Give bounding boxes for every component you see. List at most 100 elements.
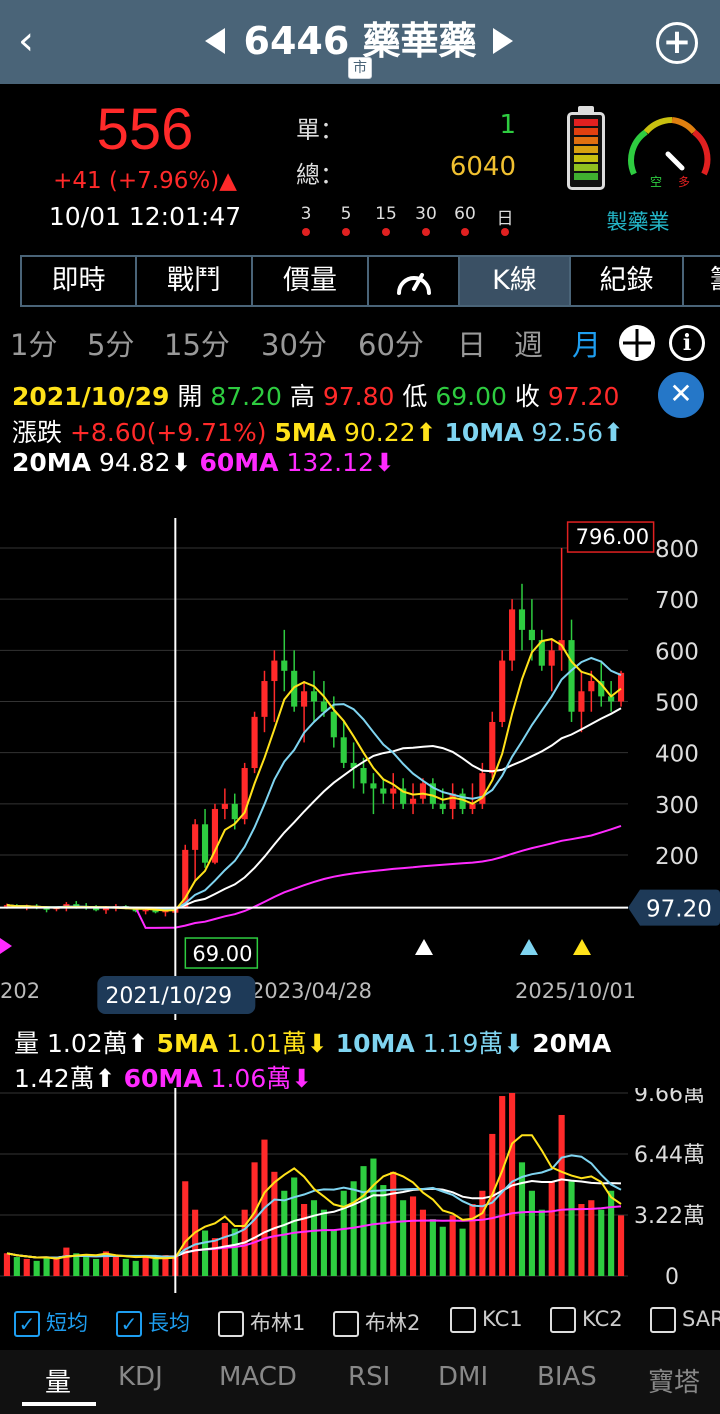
interval-indicator-dot <box>382 228 390 236</box>
interval-label: 60 <box>454 204 476 224</box>
tab-records[interactable]: 紀錄 <box>571 257 684 305</box>
next-stock-icon[interactable] <box>493 28 513 54</box>
signal-marker <box>573 939 591 955</box>
overlay-short-ma-checkbox[interactable]: ✓ 短均 <box>14 1307 88 1337</box>
period-15min[interactable]: 15分 <box>164 322 230 364</box>
tab-kline[interactable]: K線 <box>460 257 571 305</box>
candle-body <box>489 721 496 774</box>
overlay-kc2-checkbox[interactable]: KC2 <box>550 1307 623 1337</box>
close-label: 收 <box>514 382 540 411</box>
price-chart[interactable]: 800 700 600 500 400 300 200 97.20 796.00 69.00 20… <box>0 500 720 1020</box>
high-label: 高 <box>289 382 315 411</box>
signal-marker <box>520 939 538 955</box>
interval-indicator-dot <box>501 228 509 236</box>
candle-body <box>142 909 149 912</box>
period-5min[interactable]: 5分 <box>87 322 134 364</box>
overlay-bollinger1-checkbox[interactable]: 布林1 <box>218 1307 305 1337</box>
volume-bar <box>449 1215 456 1276</box>
tab-price-volume[interactable]: 價量 <box>253 257 369 305</box>
volume-bar <box>211 1238 219 1276</box>
volume-bar <box>23 1258 30 1276</box>
crosshair-icon[interactable] <box>619 325 655 361</box>
ma5-label: 5MA <box>274 418 337 447</box>
price-change: +41 (+7.96%)▲ <box>53 168 237 194</box>
candle-body <box>578 691 585 712</box>
volume-chart[interactable]: 9.66萬 6.44萬 3.22萬 0 <box>0 1088 720 1293</box>
volume-bar <box>617 1215 625 1276</box>
open-value: 87.20 <box>210 382 282 411</box>
candle-body <box>499 660 506 722</box>
period-month[interactable]: 月 <box>572 322 601 364</box>
volume-bar <box>479 1190 486 1276</box>
gauge-right-label: 多 <box>678 175 690 189</box>
crosshair-date-label: 2021/10/29 <box>105 984 232 1009</box>
candle-body <box>370 783 377 789</box>
ma-row-2: 20MA 94.82⬇ 60MA 132.12⬇ <box>12 448 395 477</box>
volume-bar <box>390 1171 397 1276</box>
strength-battery-icon <box>567 112 605 190</box>
add-watchlist-icon[interactable]: + <box>656 22 698 64</box>
volume-bar <box>340 1190 347 1276</box>
candle-body <box>310 691 318 702</box>
candle-body <box>390 788 397 794</box>
volume-legend-row-1: 量 1.02萬⬆ 5MA 1.01萬⬇ 10MA 1.19萬⬇ 20MA <box>14 1029 612 1058</box>
total-volume-label: 總： <box>296 161 344 189</box>
interval-label: 日 <box>496 209 514 229</box>
candle-body <box>588 681 595 692</box>
volume-bar <box>538 1209 545 1276</box>
industry-link[interactable]: 製藥業 <box>596 206 680 236</box>
period-week[interactable]: 週 <box>514 322 543 364</box>
price-axis-tick: 800 <box>655 537 699 563</box>
volume-axis-tick: 0 <box>665 1265 679 1290</box>
tab-chips[interactable]: 籌 <box>684 257 720 305</box>
volume-bar <box>132 1260 139 1276</box>
period-30min[interactable]: 30分 <box>261 322 327 364</box>
volume-axis-tick: 3.22萬 <box>634 1204 705 1229</box>
volume-bar <box>301 1204 308 1276</box>
volume-bar <box>192 1209 199 1276</box>
overlay-long-ma-checkbox[interactable]: ✓ 長均 <box>116 1307 190 1337</box>
price-axis-tick: 500 <box>655 691 699 717</box>
volume-bar <box>370 1158 377 1276</box>
volume-bar <box>310 1200 318 1276</box>
candle-body <box>439 803 446 809</box>
close-info-icon[interactable]: ✕ <box>658 372 704 418</box>
volume-bar <box>182 1181 189 1276</box>
candle-body <box>419 783 427 799</box>
overlay-sar-checkbox[interactable]: SAR <box>650 1307 720 1337</box>
tab-battle[interactable]: 戰鬥 <box>137 257 253 305</box>
indicator-tab-rsi[interactable]: RSI <box>348 1362 390 1392</box>
overlay-bollinger2-checkbox[interactable]: 布林2 <box>333 1307 420 1337</box>
tab-speedometer[interactable] <box>369 257 460 305</box>
ohlc-row: 2021/10/29 開 87.20 高 97.80 低 69.00 收 97.… <box>12 377 619 413</box>
tab-realtime[interactable]: 即時 <box>22 257 137 305</box>
volume-bar <box>548 1181 555 1276</box>
overlay-kc1-checkbox[interactable]: KC1 <box>450 1307 523 1337</box>
indicator-tab-pagoda[interactable]: 寶塔 <box>648 1362 700 1399</box>
interval-indicator-dot <box>342 228 350 236</box>
info-icon[interactable]: i <box>669 325 705 361</box>
period-1min[interactable]: 1分 <box>10 322 57 364</box>
vol-ma20-label: 20MA <box>532 1029 612 1058</box>
indicator-tab-macd[interactable]: MACD <box>219 1362 297 1392</box>
main-tab-bar: 即時 戰鬥 價量 K線 紀錄 籌 <box>20 255 720 307</box>
ma60-label: 60MA <box>199 448 279 477</box>
volume-bar <box>112 1255 119 1276</box>
gauge-left-label: 空 <box>650 175 662 189</box>
period-day[interactable]: 日 <box>457 322 486 364</box>
indicator-tab-volume[interactable]: 量 <box>45 1362 71 1399</box>
low-value: 69.00 <box>435 382 507 411</box>
indicator-tab-bias[interactable]: BIAS <box>537 1362 597 1392</box>
crosshair-price-label: 97.20 <box>646 897 712 923</box>
candle-body <box>271 660 278 682</box>
volume-bar <box>271 1171 278 1276</box>
quote-time: 10/01 12:01:47 <box>48 202 242 231</box>
volume-bar <box>122 1258 129 1276</box>
ohlc-date: 2021/10/29 <box>12 382 170 411</box>
interval-label: 30 <box>415 204 437 224</box>
indicator-tab-kdj[interactable]: KDJ <box>118 1362 163 1392</box>
period-60min[interactable]: 60分 <box>358 322 424 364</box>
volume-bar <box>221 1222 228 1276</box>
indicator-tab-dmi[interactable]: DMI <box>438 1362 488 1392</box>
candle-body <box>330 711 337 738</box>
